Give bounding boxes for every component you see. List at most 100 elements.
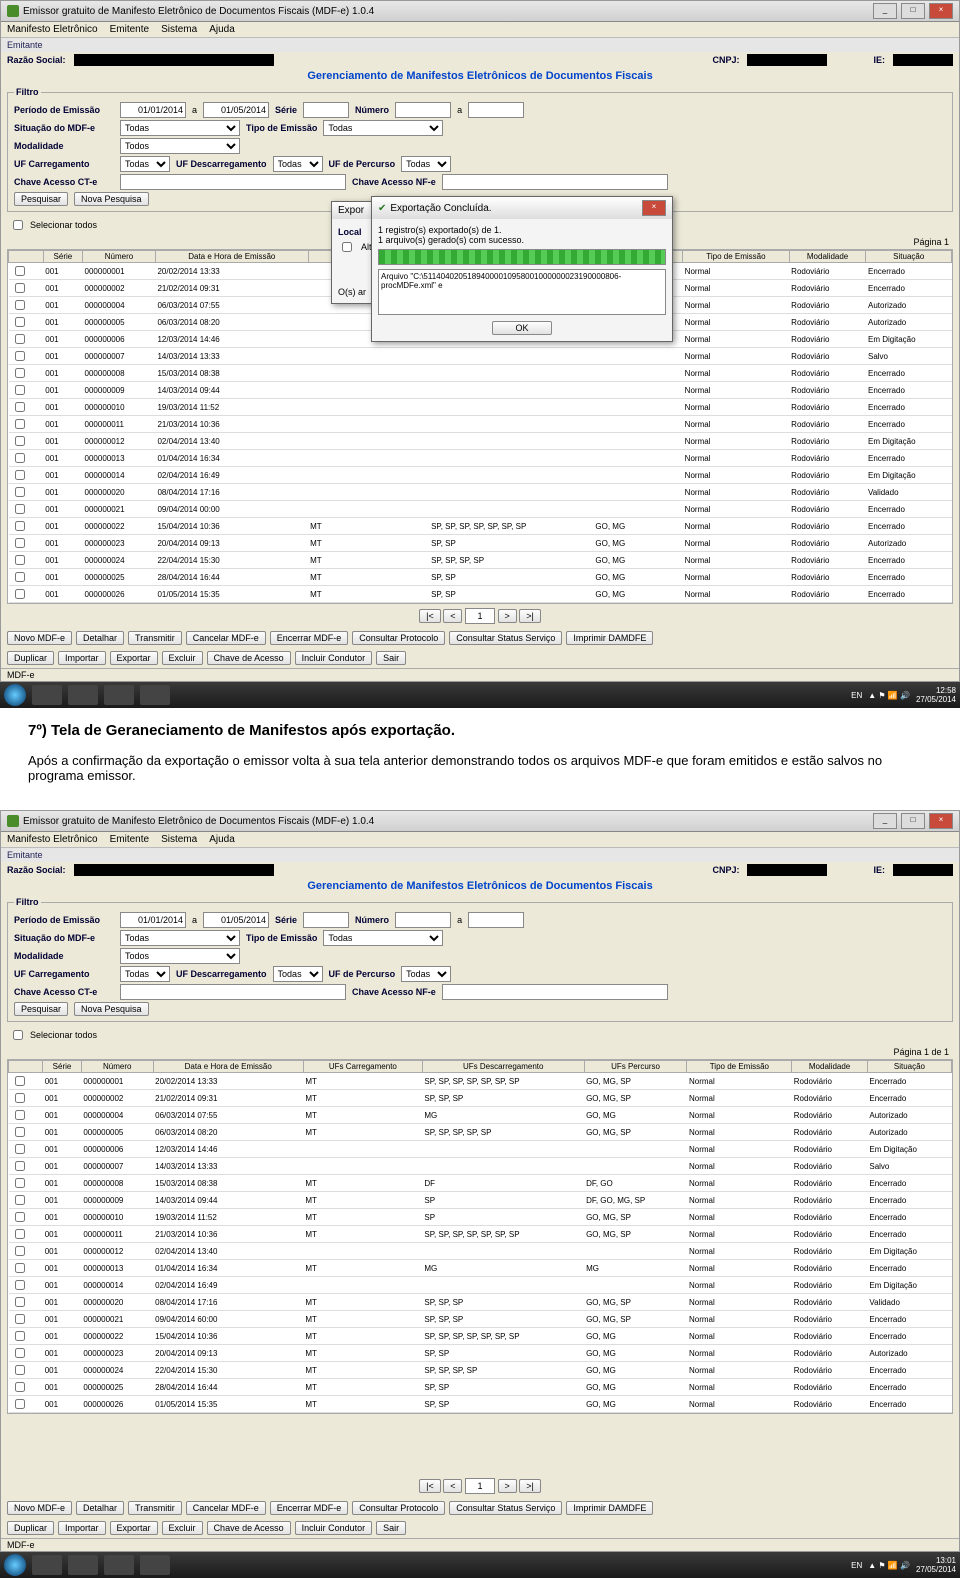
- taskbar-item[interactable]: [140, 685, 170, 705]
- table-row[interactable]: 00100000002109/04/2014 00:00NormalRodovi…: [9, 501, 952, 518]
- sel-todos-checkbox[interactable]: [13, 1030, 23, 1040]
- first-button[interactable]: |<: [419, 609, 441, 623]
- min-button[interactable]: _: [873, 813, 897, 829]
- table-row[interactable]: 00100000000914/03/2014 09:44MTSPDF, GO, …: [9, 1192, 952, 1209]
- duplicar-button[interactable]: Duplicar: [7, 651, 54, 665]
- encerrar-mdf-e-button[interactable]: Encerrar MDF-e: [270, 631, 349, 645]
- table-row[interactable]: 00100000001019/03/2014 11:52NormalRodovi…: [9, 399, 952, 416]
- table-row[interactable]: 00100000002422/04/2014 15:30MTSP, SP, SP…: [9, 552, 952, 569]
- pesquisar-button[interactable]: Pesquisar: [14, 192, 68, 206]
- close-button[interactable]: ×: [929, 3, 953, 19]
- col-header[interactable]: UFs Carregamento: [303, 1061, 422, 1073]
- table-row[interactable]: 00100000002109/04/2014 60:00MTSP, SP, SP…: [9, 1311, 952, 1328]
- ufdesc-select[interactable]: Todas: [273, 156, 323, 172]
- transmitir-button[interactable]: Transmitir: [128, 631, 182, 645]
- row-checkbox[interactable]: [15, 470, 25, 480]
- situacao-select[interactable]: Todas: [120, 930, 240, 946]
- consultar-status-servi-o-button[interactable]: Consultar Status Serviço: [449, 631, 562, 645]
- modal-select[interactable]: Todos: [120, 948, 240, 964]
- row-checkbox[interactable]: [15, 1365, 25, 1375]
- excluir-button[interactable]: Excluir: [162, 651, 203, 665]
- max-button[interactable]: □: [901, 813, 925, 829]
- table-row[interactable]: 00100000000506/03/2014 08:20MTSP, SP, SP…: [9, 1124, 952, 1141]
- taskbar-item[interactable]: [32, 685, 62, 705]
- table-row[interactable]: 00100000001019/03/2014 11:52MTSPGO, MG, …: [9, 1209, 952, 1226]
- col-header[interactable]: Situação: [867, 1061, 951, 1073]
- menu-item[interactable]: Sistema: [161, 834, 197, 845]
- col-header[interactable]: Número: [81, 1061, 153, 1073]
- row-checkbox[interactable]: [15, 1110, 25, 1120]
- first-button[interactable]: |<: [419, 1479, 441, 1493]
- row-checkbox[interactable]: [15, 266, 25, 276]
- row-checkbox[interactable]: [15, 1127, 25, 1137]
- close-button[interactable]: ×: [929, 813, 953, 829]
- row-checkbox[interactable]: [15, 572, 25, 582]
- row-checkbox[interactable]: [15, 402, 25, 412]
- table-row[interactable]: 00100000001402/04/2014 16:49NormalRodovi…: [9, 467, 952, 484]
- taskbar-item[interactable]: [104, 685, 134, 705]
- detalhar-button[interactable]: Detalhar: [76, 631, 124, 645]
- chave-de-acesso-button[interactable]: Chave de Acesso: [207, 1521, 291, 1535]
- col-header[interactable]: Data e Hora de Emissão: [153, 1061, 303, 1073]
- sair-button[interactable]: Sair: [376, 1521, 406, 1535]
- exportar-button[interactable]: Exportar: [110, 1521, 158, 1535]
- row-checkbox[interactable]: [15, 487, 25, 497]
- menu-item[interactable]: Manifesto Eletrônico: [7, 24, 98, 35]
- table-row[interactable]: 00100000002320/04/2014 09:13MTSP, SPGO, …: [9, 1345, 952, 1362]
- row-checkbox[interactable]: [15, 1331, 25, 1341]
- ufcarr-select[interactable]: Todas: [120, 966, 170, 982]
- imprimir-damdfe-button[interactable]: Imprimir DAMDFE: [566, 1501, 653, 1515]
- row-checkbox[interactable]: [15, 589, 25, 599]
- table-row[interactable]: 00100000000612/03/2014 14:46NormalRodovi…: [9, 1141, 952, 1158]
- row-checkbox[interactable]: [15, 419, 25, 429]
- sel-todos-checkbox[interactable]: [13, 220, 23, 230]
- table-row[interactable]: 00100000001121/03/2014 10:36NormalRodovi…: [9, 416, 952, 433]
- row-checkbox[interactable]: [15, 538, 25, 548]
- pesquisar-button[interactable]: Pesquisar: [14, 1002, 68, 1016]
- serie-input[interactable]: [303, 102, 349, 118]
- cancelar-mdf-e-button[interactable]: Cancelar MDF-e: [186, 631, 266, 645]
- consultar-protocolo-button[interactable]: Consultar Protocolo: [352, 1501, 445, 1515]
- row-checkbox[interactable]: [15, 1382, 25, 1392]
- row-checkbox[interactable]: [15, 1144, 25, 1154]
- bg-alt-cb[interactable]: [342, 242, 352, 252]
- next-button[interactable]: >: [498, 609, 517, 623]
- table-row[interactable]: 00100000001202/04/2014 13:40NormalRodovi…: [9, 1243, 952, 1260]
- consultar-status-servi-o-button[interactable]: Consultar Status Serviço: [449, 1501, 562, 1515]
- ok-button[interactable]: OK: [492, 321, 552, 335]
- taskbar-item[interactable]: [140, 1555, 170, 1575]
- row-checkbox[interactable]: [15, 1348, 25, 1358]
- table-row[interactable]: 00100000000914/03/2014 09:44NormalRodovi…: [9, 382, 952, 399]
- col-header[interactable]: Série: [43, 1061, 82, 1073]
- transmitir-button[interactable]: Transmitir: [128, 1501, 182, 1515]
- modal-close-button[interactable]: ×: [642, 200, 666, 216]
- row-checkbox[interactable]: [15, 1076, 25, 1086]
- row-checkbox[interactable]: [15, 1195, 25, 1205]
- numero-ate-input[interactable]: [468, 912, 524, 928]
- row-checkbox[interactable]: [15, 368, 25, 378]
- numero-ate-input[interactable]: [468, 102, 524, 118]
- col-header[interactable]: Situação: [866, 251, 952, 263]
- chavect-input[interactable]: [120, 984, 346, 1000]
- max-button[interactable]: □: [901, 3, 925, 19]
- table-row[interactable]: 00100000000406/03/2014 07:55MTMGGO, MGNo…: [9, 1107, 952, 1124]
- sair-button[interactable]: Sair: [376, 651, 406, 665]
- row-checkbox[interactable]: [15, 1297, 25, 1307]
- imprimir-damdfe-button[interactable]: Imprimir DAMDFE: [566, 631, 653, 645]
- periodo-de-input[interactable]: [120, 912, 186, 928]
- modal-select[interactable]: Todos: [120, 138, 240, 154]
- table-row[interactable]: 00100000000815/03/2014 08:38NormalRodovi…: [9, 365, 952, 382]
- page-input[interactable]: [465, 1478, 495, 1494]
- next-button[interactable]: >: [498, 1479, 517, 1493]
- table-row[interactable]: 00100000001301/04/2014 16:34MTMGMGNormal…: [9, 1260, 952, 1277]
- taskbar-item[interactable]: [32, 1555, 62, 1575]
- incluir-condutor-button[interactable]: Incluir Condutor: [295, 651, 373, 665]
- table-row[interactable]: 00100000000815/03/2014 08:38MTDFDF, GONo…: [9, 1175, 952, 1192]
- menu-item[interactable]: Sistema: [161, 24, 197, 35]
- row-checkbox[interactable]: [15, 300, 25, 310]
- table-row[interactable]: 00100000002215/04/2014 10:36MTSP, SP, SP…: [9, 1328, 952, 1345]
- col-header[interactable]: [9, 1061, 43, 1073]
- table-row[interactable]: 00100000000714/03/2014 13:33NormalRodovi…: [9, 348, 952, 365]
- col-header[interactable]: Série: [43, 251, 82, 263]
- row-checkbox[interactable]: [15, 385, 25, 395]
